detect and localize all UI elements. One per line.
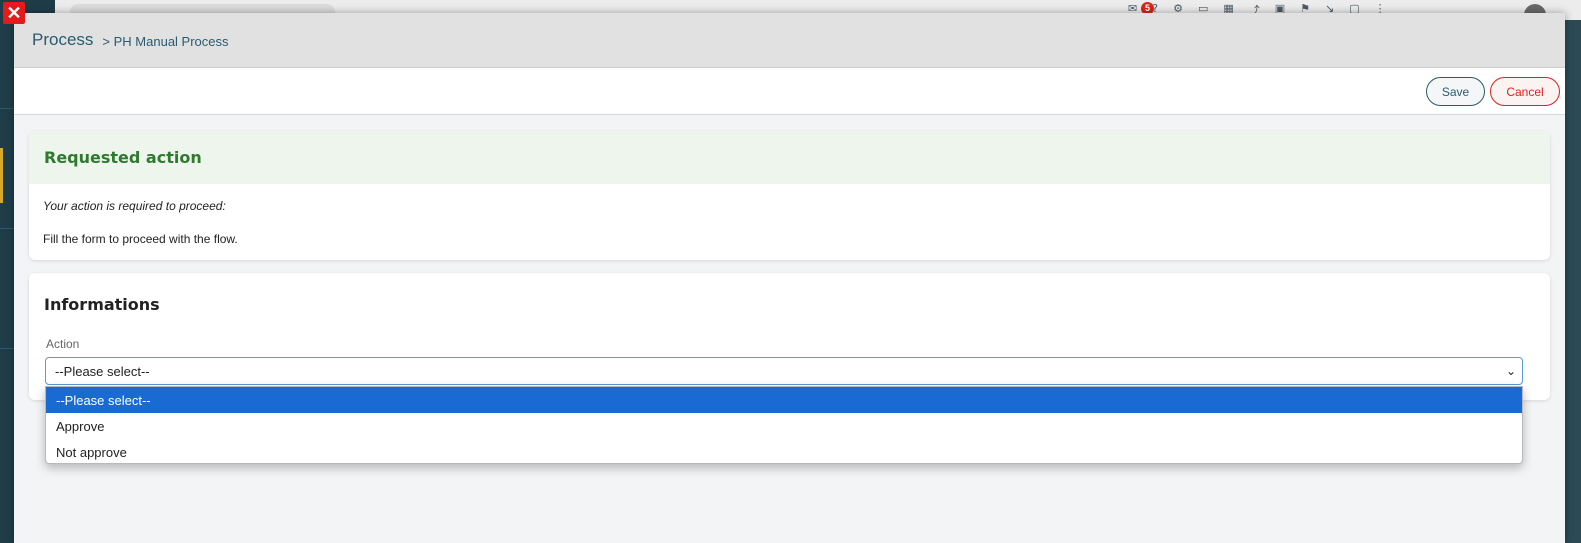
requested-action-message: Fill the form to proceed with the flow. bbox=[43, 232, 238, 246]
action-select-value: --Please select-- bbox=[55, 363, 150, 379]
dropdown-option[interactable]: --Please select-- bbox=[46, 387, 1522, 413]
requested-action-card: Requested action Your action is required… bbox=[29, 131, 1550, 260]
action-label: Action bbox=[46, 337, 80, 351]
action-dropdown-list: --Please select-- Approve Not approve bbox=[45, 386, 1523, 464]
modal-header: Process > PH Manual Process bbox=[14, 13, 1565, 68]
informations-title: Informations bbox=[44, 295, 160, 314]
cancel-button[interactable]: Cancel bbox=[1490, 77, 1560, 106]
requested-action-title: Requested action bbox=[29, 131, 1550, 184]
sidebar-active-indicator bbox=[0, 148, 3, 203]
save-button[interactable]: Save bbox=[1426, 77, 1485, 106]
modal-toolbar: Save Cancel bbox=[14, 68, 1565, 115]
requested-action-intro: Your action is required to proceed: bbox=[43, 199, 226, 213]
breadcrumb: > PH Manual Process bbox=[102, 34, 229, 49]
chevron-down-icon: ⌄ bbox=[1505, 364, 1516, 378]
dropdown-option[interactable]: Approve bbox=[46, 413, 1522, 439]
close-icon[interactable]: ✕ bbox=[3, 2, 25, 24]
page-title: Process bbox=[32, 30, 94, 49]
informations-card: Informations Action --Please select-- ⌄ bbox=[29, 273, 1550, 400]
dropdown-option[interactable]: Not approve bbox=[46, 439, 1522, 463]
action-select[interactable]: --Please select-- ⌄ bbox=[45, 357, 1523, 385]
